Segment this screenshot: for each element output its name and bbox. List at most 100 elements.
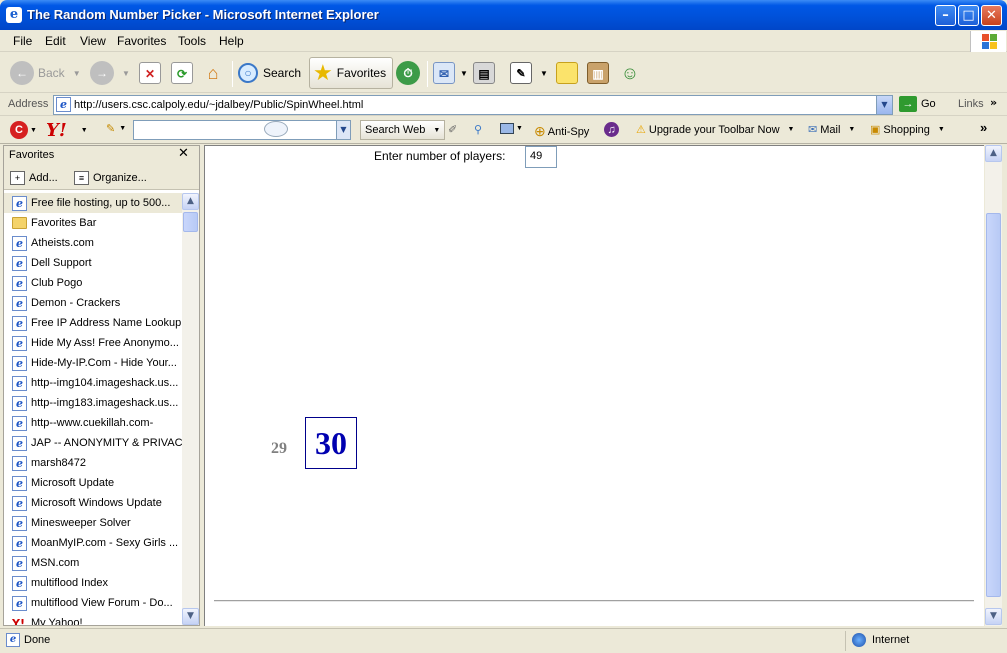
back-button[interactable]: ← Back ▼: [10, 57, 81, 89]
list-item[interactable]: e Free file hosting, up to 500...: [4, 193, 182, 213]
list-item[interactable]: e Hide-My-IP.Com - Hide Your...: [4, 353, 182, 373]
menu-favorites[interactable]: Favorites: [117, 34, 166, 48]
chevron-down-icon[interactable]: ▼: [336, 121, 350, 139]
search-web-button[interactable]: Search Web ▼: [360, 120, 446, 140]
menu-tools[interactable]: Tools: [178, 34, 206, 48]
ie-icon: e: [12, 275, 27, 291]
menu-view[interactable]: View: [80, 34, 106, 48]
research-button[interactable]: ▥: [587, 57, 609, 89]
yahoo-logo-button[interactable]: Y! ▼: [46, 120, 88, 141]
list-item[interactable]: e Hide My Ass! Free Anonymo...: [4, 333, 182, 353]
address-dropdown-icon[interactable]: ▼: [876, 96, 892, 114]
home-button[interactable]: ⌂: [202, 57, 224, 89]
chevron-down-icon[interactable]: ▼: [460, 69, 468, 78]
menu-help[interactable]: Help: [219, 34, 244, 48]
print-button[interactable]: ▤: [473, 57, 495, 89]
menu-file[interactable]: File: [13, 34, 32, 48]
list-item[interactable]: e http--img104.imageshack.us...: [4, 373, 182, 393]
chevron-right-icon[interactable]: »: [980, 120, 987, 135]
eraser-icon[interactable]: ✐: [448, 123, 457, 136]
list-item[interactable]: e Minesweeper Solver: [4, 513, 182, 533]
refresh-button[interactable]: ⟳: [171, 57, 193, 89]
chevron-down-icon[interactable]: ▼: [73, 69, 81, 78]
links-button[interactable]: Links: [958, 98, 984, 110]
layout-button[interactable]: ▼: [500, 123, 523, 134]
scroll-up-icon[interactable]: ▲: [985, 145, 1002, 162]
minimize-button[interactable]: –: [935, 5, 956, 26]
scroll-thumb[interactable]: [986, 213, 1001, 597]
list-item[interactable]: e Microsoft Windows Update: [4, 493, 182, 513]
scroll-up-icon[interactable]: ▲: [182, 193, 199, 210]
go-button[interactable]: → Go: [899, 96, 936, 112]
list-item[interactable]: Y! My Yahoo!: [4, 613, 182, 626]
yahoo-toolbar: C ▼ Y! ▼ ✎ ▼ ▼ Search Web ▼ ✐ ⚲ ▼ ⊕ Anti…: [0, 117, 1007, 144]
chevron-down-icon: ▼: [80, 127, 88, 134]
address-field[interactable]: e http://users.csc.calpoly.edu/~jdalbey/…: [53, 95, 893, 115]
list-item-label: Favorites Bar: [31, 217, 97, 229]
close-icon[interactable]: ✕: [178, 146, 189, 161]
audio-icon[interactable]: ♫: [604, 122, 619, 137]
organize-favorites-button[interactable]: ≡ Organize...: [74, 171, 147, 185]
scroll-thumb[interactable]: [183, 212, 198, 232]
search-button[interactable]: ○ Search: [238, 57, 301, 89]
yahoo-search-input[interactable]: ▼: [133, 120, 351, 140]
chevron-down-icon[interactable]: ▼: [122, 69, 130, 78]
highlighter-button[interactable]: ✎ ▼: [106, 122, 126, 135]
list-item[interactable]: Favorites Bar: [4, 213, 182, 233]
window-title: The Random Number Picker - Microsoft Int…: [27, 7, 379, 22]
messenger-button[interactable]: ☺: [619, 57, 641, 89]
horizontal-rule: [214, 600, 974, 602]
list-item[interactable]: e http--img183.imageshack.us...: [4, 393, 182, 413]
list-item[interactable]: e Dell Support: [4, 253, 182, 273]
shopping-button[interactable]: ▣ Shopping ▼: [870, 123, 945, 137]
list-item[interactable]: e Microsoft Update: [4, 473, 182, 493]
chevron-down-icon[interactable]: ▼: [540, 69, 548, 78]
anti-spy-button[interactable]: ⊕ Anti-Spy: [534, 123, 589, 140]
forward-button[interactable]: → ▼: [90, 57, 130, 89]
back-label: Back: [38, 66, 65, 80]
close-button[interactable]: ✕: [981, 5, 1002, 26]
list-item[interactable]: e Free IP Address Name Lookup: [4, 313, 182, 333]
scroll-down-icon[interactable]: ▼: [985, 608, 1002, 625]
scroll-down-icon[interactable]: ▼: [182, 608, 199, 625]
security-zone[interactable]: Internet: [852, 633, 909, 647]
list-item[interactable]: e multiflood Index: [4, 573, 182, 593]
favorites-scrollbar[interactable]: ▲ ▼: [182, 193, 199, 625]
ie-icon: e: [12, 335, 27, 351]
list-item-label: marsh8472: [31, 457, 87, 469]
maximize-button[interactable]: □: [958, 5, 979, 26]
page-status-icon: e: [6, 633, 20, 647]
current-number[interactable]: 30: [305, 417, 357, 469]
list-item[interactable]: e multiflood View Forum - Do...: [4, 593, 182, 613]
add-favorite-button[interactable]: + Add...: [10, 171, 58, 185]
ie-icon: e: [12, 195, 27, 211]
players-input[interactable]: 49: [525, 146, 557, 168]
list-item[interactable]: e JAP -- ANONYMITY & PRIVACY: [4, 433, 182, 453]
mail-button[interactable]: ✉ ▼: [433, 57, 468, 89]
list-item[interactable]: e MoanMyIP.com - Sexy Girls ...: [4, 533, 182, 553]
mail-button[interactable]: ✉ Mail ▼: [808, 123, 855, 137]
lookup-icon[interactable]: ⚲: [474, 123, 482, 136]
edit-button[interactable]: ✎ ▼: [510, 57, 548, 89]
title-bar[interactable]: e The Random Number Picker - Microsoft I…: [0, 0, 1007, 30]
discuss-button[interactable]: [556, 57, 578, 89]
stop-button[interactable]: ✕: [139, 57, 161, 89]
address-bar: Address e http://users.csc.calpoly.edu/~…: [0, 94, 1007, 116]
upgrade-toolbar-button[interactable]: ⚠ Upgrade your Toolbar Now ▼: [636, 123, 794, 137]
ie-icon: e: [12, 315, 27, 331]
list-item[interactable]: e Club Pogo: [4, 273, 182, 293]
list-item[interactable]: e MSN.com: [4, 553, 182, 573]
list-item[interactable]: e Demon - Crackers: [4, 293, 182, 313]
chevron-right-icon[interactable]: »: [990, 96, 997, 109]
history-button[interactable]: ⏱: [396, 57, 420, 89]
list-item[interactable]: e Atheists.com: [4, 233, 182, 253]
favorites-button[interactable]: ★ Favorites: [309, 57, 394, 89]
yahoo-menu-button[interactable]: C ▼: [10, 121, 37, 139]
address-url[interactable]: http://users.csc.calpoly.edu/~jdalbey/Pu…: [74, 99, 363, 111]
page-scrollbar[interactable]: ▲ ▼: [985, 145, 1002, 626]
list-item[interactable]: e marsh8472: [4, 453, 182, 473]
status-separator: [845, 631, 846, 651]
list-item[interactable]: e http--www.cuekillah.com-: [4, 413, 182, 433]
chevron-down-icon: ▼: [433, 126, 441, 134]
menu-edit[interactable]: Edit: [45, 34, 66, 48]
